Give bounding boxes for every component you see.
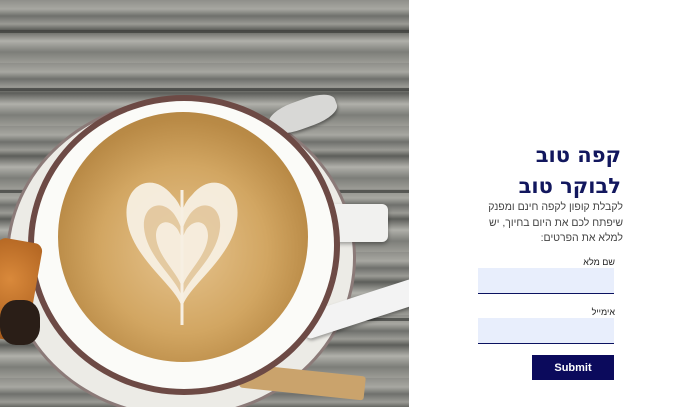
- wood-plank-line: [0, 30, 409, 33]
- biscotti-chocolate: [0, 300, 40, 345]
- full-name-label: שם מלא: [583, 257, 615, 267]
- email-input[interactable]: [478, 318, 614, 344]
- latte-art-heart-icon: [126, 182, 238, 325]
- full-name-input[interactable]: [478, 268, 614, 294]
- submit-button[interactable]: Submit: [532, 355, 614, 380]
- wood-plank-line: [0, 88, 409, 91]
- form-description: לקבלת קופון לקפה חינם ומפנק שיפתח לכם את…: [488, 201, 623, 244]
- email-label: אימייל: [591, 307, 615, 317]
- form-title: קפה טוב לבוקר טוב: [518, 143, 621, 198]
- coffee-photo: [0, 0, 409, 407]
